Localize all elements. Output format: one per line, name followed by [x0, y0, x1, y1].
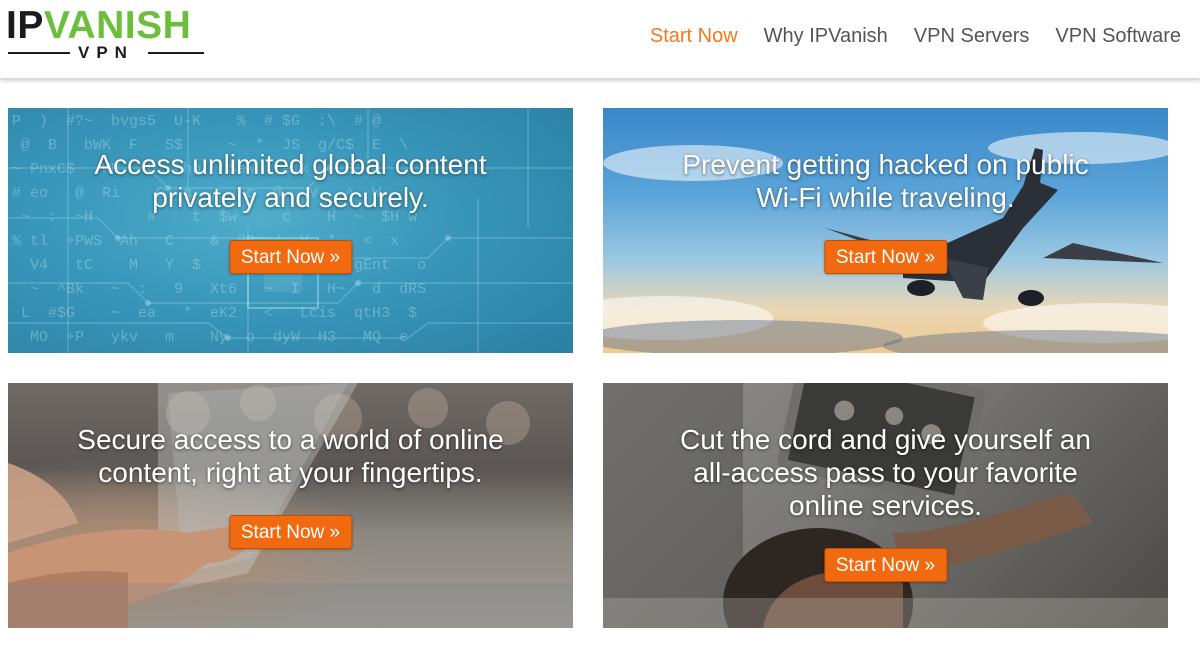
logo-accent-text: VANISH	[43, 4, 192, 47]
start-now-button[interactable]: Start Now »	[228, 515, 353, 549]
nav-vpn-servers[interactable]: VPN Servers	[914, 24, 1030, 48]
start-now-button[interactable]: Start Now »	[823, 240, 948, 274]
nav-start-now[interactable]: Start Now	[650, 24, 738, 48]
logo-wordmark: IPVANISH	[6, 6, 191, 46]
airplane-image	[603, 132, 1168, 353]
site-header: IPVANISH VPN Start Now Why IPVanish VPN …	[0, 0, 1200, 79]
promo-tile-public-wifi[interactable]: Prevent getting hacked on public Wi-Fi w…	[603, 108, 1168, 353]
tile-headline: Access unlimited global content privatel…	[94, 149, 487, 213]
tile-headline: Cut the cord and give yourself an all-ac…	[680, 424, 1091, 521]
start-now-button[interactable]: Start Now »	[228, 240, 353, 274]
tile-headline: Secure access to a world of online conte…	[77, 424, 504, 488]
ipvanish-logo[interactable]: IPVANISH VPN	[6, 6, 210, 68]
logo-sub-text: VPN	[78, 43, 134, 62]
hand-smartphone-image	[8, 383, 573, 628]
promo-tile-cut-the-cord[interactable]: Cut the cord and give yourself an all-ac…	[603, 383, 1168, 628]
code-characters-texture: P ) #?~ bvgs5 U-K % # $G :\ # @ @ B bWK …	[12, 113, 427, 346]
promo-tile-global-content[interactable]: P ) #?~ bvgs5 U-K % # $G :\ # @ @ B bWK …	[8, 108, 573, 353]
logo-rule-left	[8, 52, 70, 54]
start-now-button[interactable]: Start Now »	[823, 548, 948, 582]
nav-vpn-software[interactable]: VPN Software	[1055, 24, 1181, 48]
logo-rule-right	[148, 52, 204, 54]
promo-tile-fingertips[interactable]: Secure access to a world of online conte…	[8, 383, 573, 628]
logo-primary-text: IP	[6, 4, 44, 47]
nav-why-ipvanish[interactable]: Why IPVanish	[764, 24, 888, 48]
tile-headline: Prevent getting hacked on public Wi-Fi w…	[682, 149, 1089, 213]
main-nav: Start Now Why IPVanish VPN Servers VPN S…	[650, 24, 1181, 48]
